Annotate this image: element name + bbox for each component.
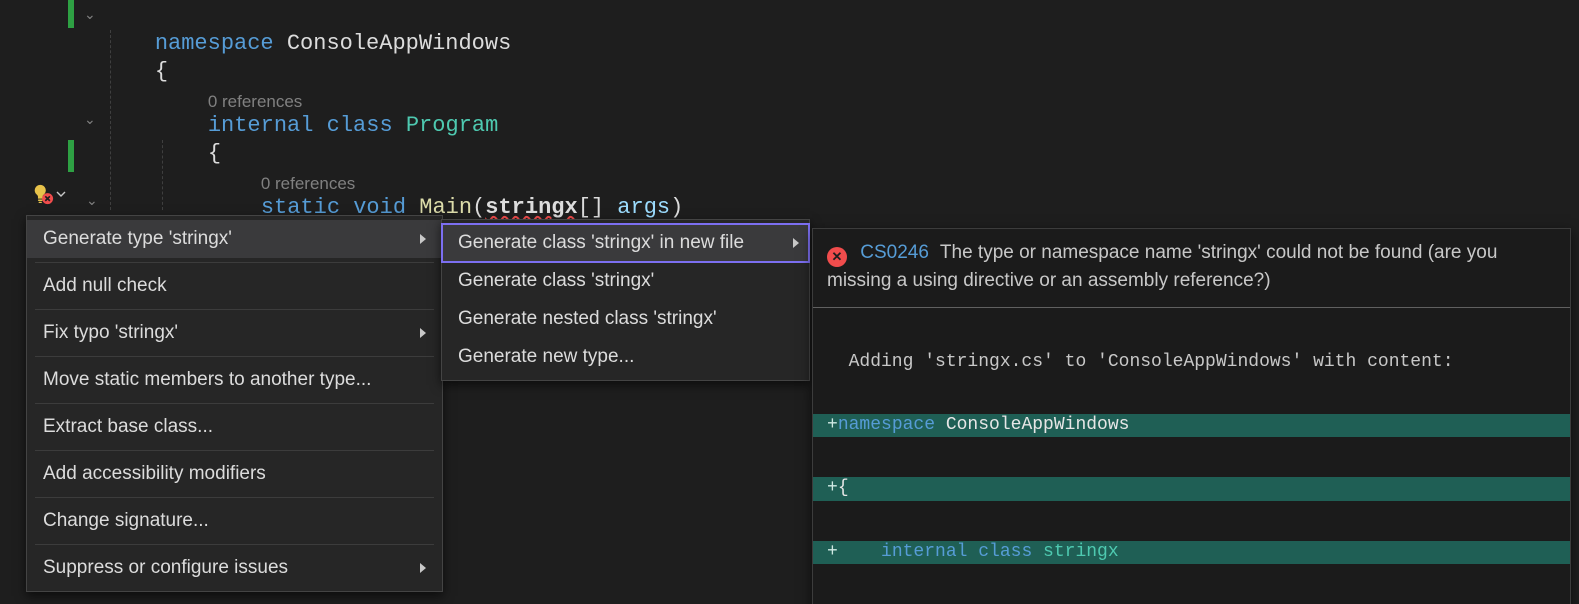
diff-preview: Adding 'stringx.cs' to 'ConsoleAppWindow…	[813, 308, 1570, 604]
menu-item-add-accessibility-modifiers[interactable]: Add accessibility modifiers	[27, 455, 442, 493]
menu-separator	[35, 403, 434, 404]
submenu-arrow-icon	[420, 563, 426, 573]
menu-separator	[35, 356, 434, 357]
diff-line-added: +{	[813, 477, 1570, 500]
menu-separator	[35, 309, 434, 310]
menu-item-move-static-members[interactable]: Move static members to another type...	[27, 361, 442, 399]
menu-item-extract-base-class[interactable]: Extract base class...	[27, 408, 442, 446]
diff-line-added: +namespace ConsoleAppWindows	[813, 414, 1570, 437]
menu-separator	[35, 544, 434, 545]
chevron-down-icon[interactable]: ⌄	[84, 6, 96, 23]
error-token-stringx[interactable]: stringx	[485, 195, 577, 220]
change-bar	[68, 0, 74, 28]
chevron-down-icon[interactable]: ⌄	[84, 111, 96, 128]
menu-separator	[35, 497, 434, 498]
chevron-down-icon[interactable]: ⌄	[86, 192, 98, 209]
menu-item-suppress-configure[interactable]: Suppress or configure issues	[27, 549, 442, 587]
quick-actions-menu: Generate type 'stringx' Add null check F…	[26, 215, 443, 592]
submenu-arrow-icon	[420, 328, 426, 338]
menu-item-fix-typo[interactable]: Fix typo 'stringx'	[27, 314, 442, 352]
submenu-item-generate-class-new-file[interactable]: Generate class 'stringx' in new file	[442, 224, 809, 262]
error-message: CS0246 The type or namespace name 'strin…	[813, 229, 1570, 303]
change-bar	[68, 140, 74, 172]
submenu-arrow-icon	[420, 234, 426, 244]
submenu-item-generate-new-type[interactable]: Generate new type...	[442, 338, 809, 376]
quick-actions-lightbulb-icon[interactable]	[32, 183, 66, 205]
code-editor[interactable]: ⌄ ⌄ ⌄ namespace ConsoleAppWindows { 0 re…	[0, 0, 1579, 604]
diff-header: Adding 'stringx.cs' to 'ConsoleAppWindow…	[813, 348, 1570, 374]
menu-item-generate-type[interactable]: Generate type 'stringx'	[27, 220, 442, 258]
menu-item-change-signature[interactable]: Change signature...	[27, 502, 442, 540]
submenu-item-generate-nested-class[interactable]: Generate nested class 'stringx'	[442, 300, 809, 338]
fix-preview-panel: CS0246 The type or namespace name 'strin…	[812, 228, 1571, 604]
error-code: CS0246	[860, 242, 929, 263]
chevron-down-icon	[56, 189, 66, 199]
diff-line-added: + internal class stringx	[813, 541, 1570, 564]
generate-type-submenu: Generate class 'stringx' in new file Gen…	[441, 219, 810, 381]
menu-item-add-null-check[interactable]: Add null check	[27, 267, 442, 305]
submenu-item-generate-class[interactable]: Generate class 'stringx'	[442, 262, 809, 300]
error-icon	[827, 247, 847, 267]
menu-separator	[35, 262, 434, 263]
menu-separator	[35, 450, 434, 451]
submenu-arrow-icon	[793, 238, 799, 248]
